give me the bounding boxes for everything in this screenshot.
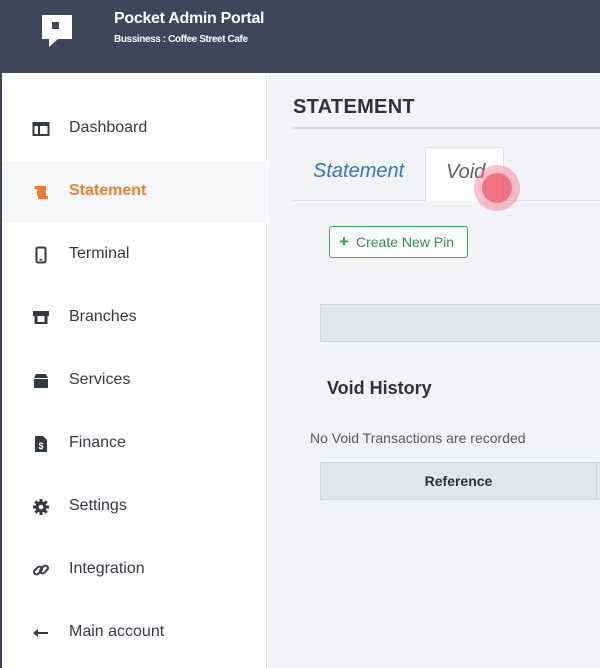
sidebar-item-label: Services	[69, 371, 131, 388]
sidebar-item-label: Branches	[69, 308, 137, 325]
svg-text:$: $	[38, 441, 43, 451]
empty-state-message: No Void Transactions are recorded	[310, 430, 526, 446]
mobile-device-icon	[35, 246, 47, 264]
sidebar-item-settings[interactable]: Settings	[2, 476, 267, 538]
void-table-header: Reference	[320, 462, 600, 500]
page-title: STATEMENT	[293, 96, 415, 118]
pocket-logo-icon[interactable]	[40, 13, 74, 49]
gear-icon	[33, 499, 49, 515]
cursor-click-indicator	[474, 165, 520, 211]
tab-statement[interactable]: Statement	[313, 160, 404, 183]
statement-scroll-icon	[34, 186, 48, 199]
invoice-dollar-icon: $	[35, 436, 47, 452]
divider	[293, 127, 600, 129]
app-title: Pocket Admin Portal	[114, 10, 265, 27]
column-header-reference[interactable]: Reference	[321, 463, 597, 499]
arrow-left-icon	[33, 629, 48, 637]
filter-bar	[320, 304, 600, 342]
sidebar-item-integration[interactable]: Integration	[2, 539, 267, 601]
business-name: Bussiness : Coffee Street Cafe	[114, 34, 248, 45]
create-new-pin-button[interactable]: + Create New Pin	[329, 226, 468, 258]
sidebar-item-statement[interactable]: Statement	[2, 161, 267, 223]
sidebar-item-finance[interactable]: $ Finance	[2, 413, 267, 475]
link-icon	[33, 564, 49, 576]
plus-icon: +	[339, 232, 349, 251]
sidebar-item-dashboard[interactable]: Dashboard	[2, 98, 267, 160]
sidebar-item-services[interactable]: Services	[2, 350, 267, 412]
dashboard-icon	[32, 122, 50, 136]
void-history-heading: Void History	[327, 378, 432, 398]
sidebar-item-label: Settings	[69, 497, 127, 514]
sidebar-item-label: Integration	[69, 560, 145, 577]
sidebar-item-label: Statement	[69, 182, 147, 199]
box-icon	[34, 374, 48, 388]
sidebar-item-label: Main account	[69, 623, 165, 640]
sidebar-item-label: Terminal	[69, 245, 130, 262]
sidebar-item-label: Finance	[69, 434, 126, 451]
sidebar-item-label: Dashboard	[69, 119, 148, 136]
top-header-bar: Pocket Admin Portal Bussiness : Coffee S…	[0, 0, 600, 73]
create-new-pin-label: Create New Pin	[356, 234, 455, 250]
sidebar-item-branches[interactable]: Branches	[2, 287, 267, 349]
store-icon	[33, 311, 49, 324]
sidebar-item-terminal[interactable]: Terminal	[2, 224, 267, 286]
sidebar-item-main-account[interactable]: Main account	[2, 602, 267, 664]
